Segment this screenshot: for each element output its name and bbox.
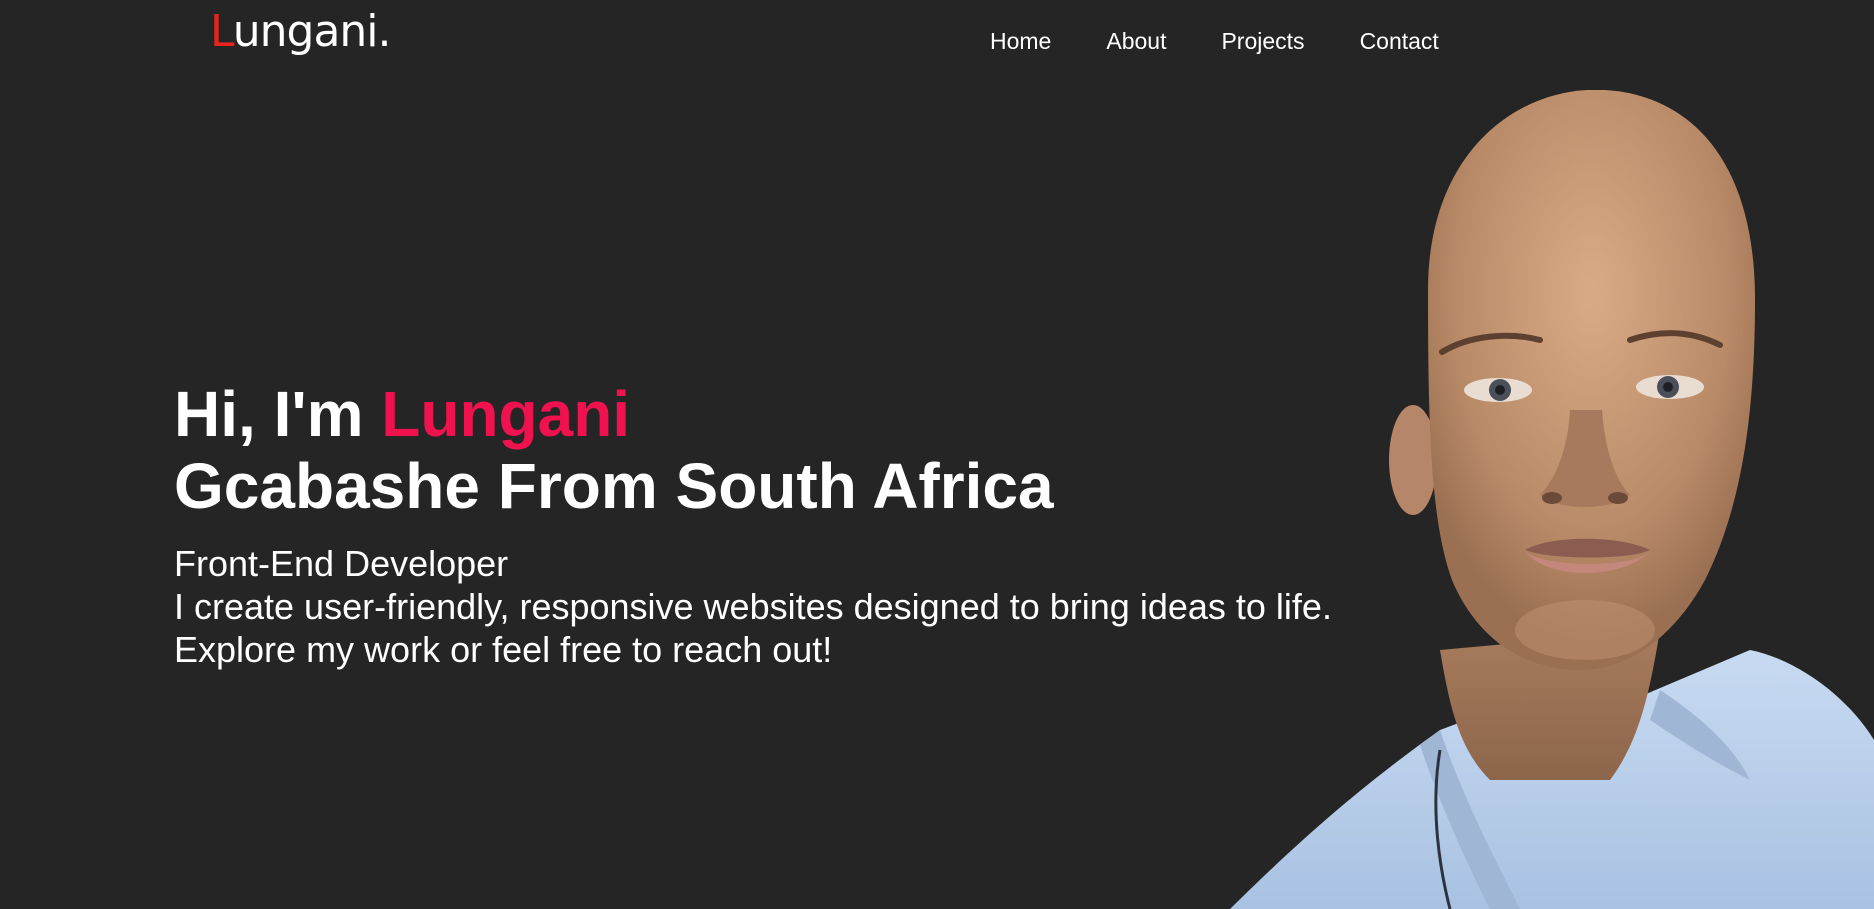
nav-home-link[interactable]: Home	[990, 26, 1051, 56]
hero-greeting-line2: Gcabashe From South Africa	[174, 450, 1054, 522]
nav-about-link[interactable]: About	[1106, 26, 1166, 56]
hero-name-highlight: Lungani	[381, 378, 631, 450]
page: Lungani. Home About Projects Contact Hi,…	[0, 0, 1874, 909]
main-nav: Home About Projects Contact	[990, 26, 1439, 56]
hero-greeting-prefix: Hi, I'm	[174, 378, 382, 450]
site-logo[interactable]: Lungani.	[210, 6, 392, 57]
nav-projects-link[interactable]: Projects	[1221, 26, 1304, 56]
logo-text: ungani.	[232, 6, 392, 57]
nav-contact-link[interactable]: Contact	[1360, 26, 1439, 56]
logo-initial: L	[210, 6, 234, 57]
profile-portrait	[1230, 90, 1874, 909]
